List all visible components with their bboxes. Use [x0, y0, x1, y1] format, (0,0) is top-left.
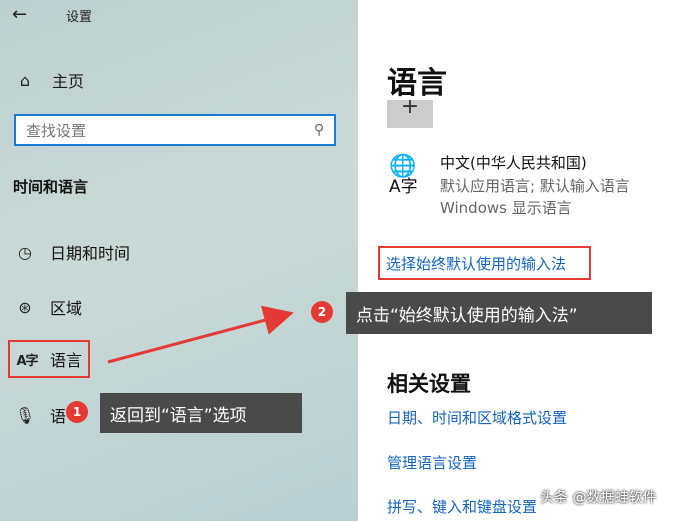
- page-title: 语言: [387, 66, 447, 101]
- step-badge: 2: [311, 301, 333, 323]
- input-method-link-highlight: 选择始终默认使用的输入法: [378, 246, 591, 280]
- plus-icon: +: [400, 100, 420, 119]
- globe-icon: ⊛: [18, 297, 32, 317]
- language-icon: A字: [16, 353, 38, 369]
- microphone-icon: 🎙: [14, 405, 36, 425]
- globe-character-icon: 🌐: [389, 154, 417, 179]
- language-entry-icon: 🌐 A字: [389, 154, 418, 198]
- related-link-manage-language[interactable]: 管理语言设置: [387, 452, 477, 473]
- home-icon: ⌂: [19, 70, 31, 90]
- home-label: 主页: [52, 72, 85, 91]
- sidebar-item-label: 语言: [50, 351, 83, 370]
- home-nav-item[interactable]: ⌂ 主页: [14, 68, 84, 92]
- sidebar-item-label: 语: [50, 407, 67, 426]
- search-input[interactable]: 查找设置 ⚲: [14, 114, 336, 146]
- back-arrow-icon[interactable]: ←: [12, 4, 27, 25]
- sidebar-item-speech[interactable]: 🎙 语: [14, 403, 66, 427]
- watermark: 头条 @数据蛙软件: [540, 490, 657, 506]
- annotation-step2: 点击“始终默认使用的输入法”: [346, 292, 652, 334]
- calendar-clock-icon: ◷: [18, 242, 32, 262]
- sidebar-item-label: 区域: [50, 299, 83, 318]
- related-settings-title: 相关设置: [387, 372, 471, 396]
- search-icon: ⚲: [313, 122, 324, 138]
- related-link-spelling-keyboard[interactable]: 拼写、键入和键盘设置: [387, 496, 537, 517]
- sidebar-item-region[interactable]: ⊛ 区域: [14, 295, 82, 319]
- main-panel: 语言 + 🌐 A字 中文(中华人民共和国) 默认应用语言; 默认输入语言 Win…: [358, 0, 700, 521]
- input-method-link[interactable]: 选择始终默认使用的输入法: [386, 253, 566, 274]
- add-language-button[interactable]: +: [387, 100, 433, 128]
- language-detail: 默认应用语言; 默认输入语言: [440, 177, 630, 195]
- sidebar-item-date-time[interactable]: ◷ 日期和时间: [14, 240, 130, 264]
- sidebar-item-label: 日期和时间: [50, 244, 131, 263]
- annotation-step1: 返回到“语言”选项: [100, 393, 302, 433]
- a-character-icon: A字: [389, 177, 418, 197]
- language-name[interactable]: 中文(中华人民共和国): [440, 152, 587, 173]
- language-detail: Windows 显示语言: [440, 199, 572, 217]
- settings-sidebar: ← 设置 ⌂ 主页 查找设置 ⚲ 时间和语言 ◷ 日期和时间 ⊛ 区域 A字 语…: [0, 0, 358, 521]
- section-header: 时间和语言: [13, 178, 89, 196]
- search-placeholder: 查找设置: [26, 121, 87, 140]
- window-title: 设置: [66, 10, 93, 25]
- step-badge: 1: [66, 401, 88, 423]
- related-link-date-region[interactable]: 日期、时间和区域格式设置: [387, 407, 567, 428]
- sidebar-item-language[interactable]: A字 语言: [8, 340, 90, 378]
- annotation-text: 返回到“语言”选项: [110, 405, 247, 426]
- annotation-text: 点击“始终默认使用的输入法”: [356, 305, 578, 326]
